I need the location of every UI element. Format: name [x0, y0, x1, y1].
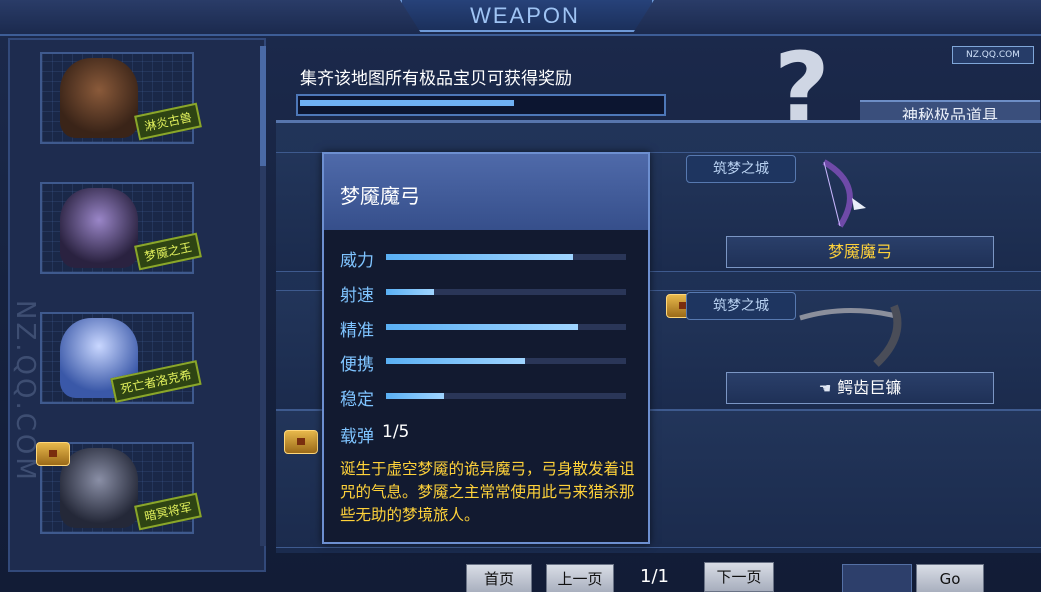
watermark: NZ.QQ.COM — [10, 300, 40, 483]
map-tag: 筑梦之城 — [686, 155, 796, 183]
page-indicator: 1/1 — [640, 566, 669, 587]
weapon-name-text: 鳄齿巨镰 — [837, 378, 902, 397]
stat-bar — [386, 358, 525, 364]
game-window: WEAPON 淋炎古兽 梦魇之王 死亡者洛克希 暗冥将军 NZ.QQ.COM 集… — [0, 0, 1041, 592]
ammo-value: 1/5 — [382, 422, 410, 442]
stat-bar — [386, 254, 573, 260]
hand-icon: ☚ — [818, 381, 832, 397]
collection-progress-fill — [300, 100, 514, 106]
go-button[interactable]: Go — [916, 564, 984, 592]
stat-label: 威力 — [340, 251, 374, 271]
treasure-chest-icon — [284, 430, 318, 454]
treasure-chest-icon — [36, 442, 70, 466]
tooltip-title: 梦魇魔弓 — [340, 184, 420, 208]
boss-label: 暗冥将军 — [134, 492, 202, 531]
site-badge: NZ.QQ.COM — [952, 46, 1034, 64]
scythe-weapon-icon — [799, 304, 902, 367]
stat-label: 稳定 — [340, 390, 374, 410]
boss-card-2[interactable]: 梦魇之王 — [40, 182, 202, 274]
ammo-label: 载弹 — [340, 427, 374, 447]
weapon-description: 诞生于虚空梦魇的诡异魔弓，弓身散发着诅咒的气息。梦魇之主常常使用此弓来猎杀那些无… — [340, 460, 635, 524]
boss-portrait — [60, 58, 138, 138]
weapon-name[interactable]: 梦魇魔弓 — [726, 236, 994, 268]
stat-bar — [386, 393, 444, 399]
bow-weapon-icon — [822, 159, 866, 228]
next-page-button[interactable]: 下一页 — [704, 562, 774, 592]
stat-bar — [386, 324, 578, 330]
stat-bar — [386, 289, 434, 295]
boss-portrait — [60, 188, 138, 268]
stat-label: 便携 — [340, 355, 374, 375]
page-title: WEAPON — [470, 3, 580, 28]
stat-label: 射速 — [340, 286, 374, 306]
page-number-input[interactable] — [842, 564, 912, 592]
prev-page-button[interactable]: 上一页 — [546, 564, 614, 592]
first-page-button[interactable]: 首页 — [466, 564, 532, 592]
boss-portrait — [60, 448, 138, 528]
weapon-name[interactable]: ☚ 鳄齿巨镰 — [726, 372, 994, 404]
boss-card-1[interactable]: 淋炎古兽 — [40, 52, 202, 144]
boss-sidebar: 淋炎古兽 梦魇之王 死亡者洛克希 暗冥将军 — [8, 38, 266, 572]
boss-label: 梦魇之王 — [134, 232, 202, 271]
stat-label: 精准 — [340, 321, 374, 341]
boss-card-3[interactable]: 死亡者洛克希 — [40, 312, 202, 404]
map-tag: 筑梦之城 — [686, 292, 796, 320]
collection-hint: 集齐该地图所有极品宝贝可获得奖励 — [300, 69, 572, 89]
sidebar-scroll-thumb[interactable] — [260, 46, 266, 166]
boss-card-4[interactable]: 暗冥将军 — [36, 442, 202, 534]
boss-label: 淋炎古兽 — [134, 102, 202, 141]
